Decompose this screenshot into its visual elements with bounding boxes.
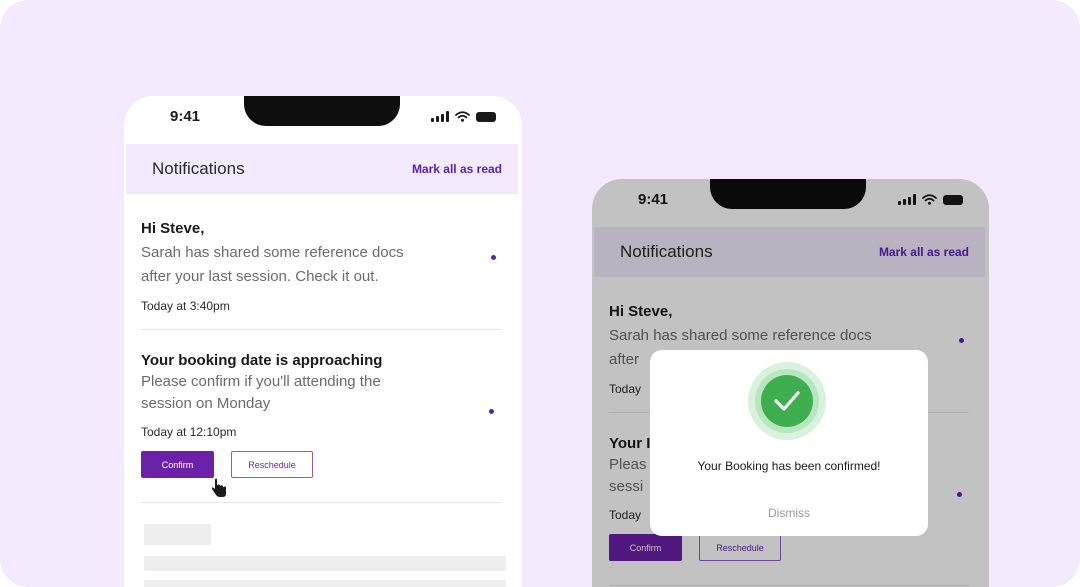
battery-icon <box>476 111 496 122</box>
reschedule-button[interactable]: Reschedule <box>231 451 313 478</box>
divider <box>141 502 502 503</box>
dismiss-button[interactable]: Dismiss <box>650 506 928 520</box>
notifications-header: Notifications Mark all as read <box>126 144 518 194</box>
presentation-canvas: 9:41 Notifications Mark all as read Hi S… <box>0 0 1080 587</box>
confirmation-modal: Your Booking has been confirmed! Dismiss <box>650 350 928 536</box>
skeleton-placeholder <box>144 556 506 571</box>
skeleton-placeholder <box>144 524 211 545</box>
hand-cursor-icon <box>211 478 226 497</box>
notification-item[interactable]: Your booking date is approaching Please … <box>141 352 502 478</box>
page-title: Notifications <box>152 159 245 178</box>
mark-all-read-link[interactable]: Mark all as read <box>412 162 502 176</box>
confirm-button[interactable]: Confirm <box>141 451 214 478</box>
notification-body-line: session on Monday <box>141 395 271 412</box>
status-icons <box>431 111 496 122</box>
notification-body-line: Please confirm if you'll attending the <box>141 373 381 390</box>
unread-dot <box>491 255 496 260</box>
notification-body-line: after your last session. Check it out. <box>141 268 379 285</box>
modal-message: Your Booking has been confirmed! <box>697 459 881 473</box>
notification-time: Today at 12:10pm <box>141 425 237 439</box>
status-time: 9:41 <box>170 108 201 125</box>
divider <box>141 329 502 330</box>
phone-confirmation: 9:41 Notifications Mark all as read Hi S… <box>592 179 989 587</box>
notification-heading: Hi Steve, <box>141 220 205 237</box>
signal-icon <box>431 111 449 122</box>
notification-body: Please confirm if you'll attending the s… <box>141 371 502 415</box>
notification-actions: Confirm Reschedule <box>141 451 502 478</box>
wifi-icon <box>455 111 470 122</box>
notification-heading: Your booking date is approaching <box>141 352 383 369</box>
notification-body-line: Sarah has shared some reference docs <box>141 244 404 261</box>
phone-notifications: 9:41 Notifications Mark all as read Hi S… <box>124 96 522 587</box>
skeleton-placeholder <box>144 580 506 587</box>
notification-body: Sarah has shared some reference docs aft… <box>141 241 502 289</box>
notification-time: Today at 3:40pm <box>141 299 230 313</box>
status-bar: 9:41 <box>124 96 522 142</box>
notification-item[interactable]: Hi Steve, Sarah has shared some referenc… <box>141 220 502 313</box>
unread-dot <box>489 409 494 414</box>
check-circle-icon <box>748 362 826 440</box>
